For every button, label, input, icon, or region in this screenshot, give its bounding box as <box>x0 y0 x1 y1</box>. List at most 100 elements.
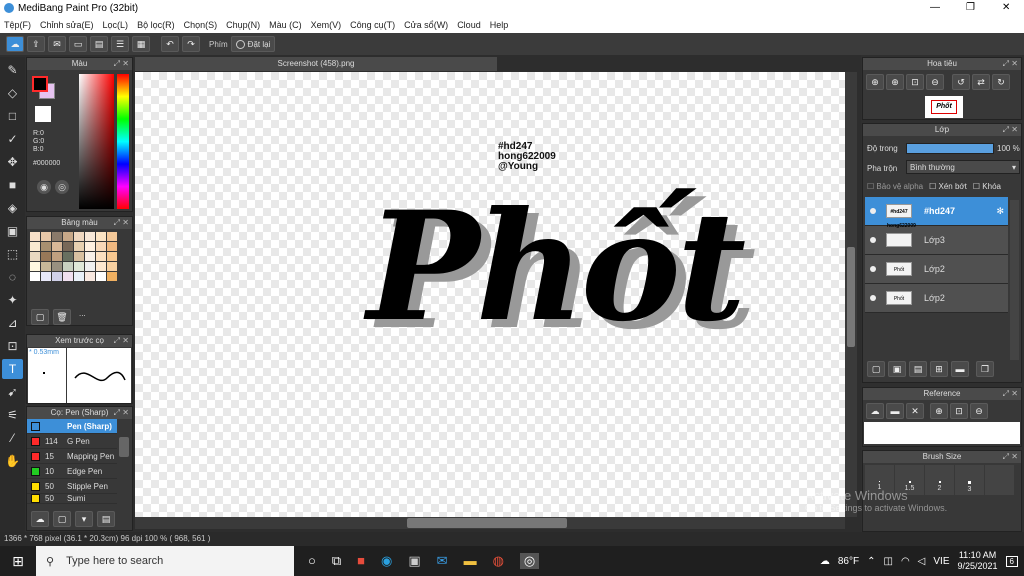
new-layer-icon[interactable]: ▢ <box>867 361 885 377</box>
edge-icon[interactable]: ◉ <box>381 553 392 569</box>
canvas[interactable]: #hd247 hong622009 @Young Phốt <box>135 72 845 517</box>
reference-view[interactable] <box>864 422 1020 444</box>
visibility-icon[interactable] <box>870 295 876 301</box>
menu-capture[interactable]: Chụp(N) <box>226 20 260 30</box>
select-eraser-icon[interactable]: ⊡ <box>2 336 23 356</box>
operation-tool-icon[interactable]: ➹ <box>2 382 23 402</box>
new-brush-icon[interactable]: ▢ <box>53 511 71 527</box>
clock[interactable]: 11:10 AM 9/25/2021 <box>958 550 998 572</box>
open-folder-icon[interactable]: ▬ <box>886 403 904 419</box>
new-palette-icon[interactable]: ▢ <box>31 309 49 325</box>
divide-tool-icon[interactable]: ⚟ <box>2 405 23 425</box>
brush-item[interactable]: 15 Mapping Pen <box>27 449 117 464</box>
flip-icon[interactable]: ⇄ <box>972 74 990 90</box>
chrome-icon[interactable]: ◍ <box>493 553 504 569</box>
close-icon[interactable]: ✕ <box>906 403 924 419</box>
zoom-in-icon[interactable]: ⊕ <box>866 74 884 90</box>
brush-list-scrollbar[interactable] <box>119 437 129 457</box>
zoom-out-icon[interactable]: ⊖ <box>926 74 944 90</box>
list-icon[interactable]: ☰ <box>111 36 129 52</box>
store-icon[interactable]: ▣ <box>408 553 420 569</box>
palette-more[interactable]: ... <box>79 309 86 325</box>
visibility-icon[interactable] <box>870 266 876 272</box>
transparent-color[interactable] <box>35 106 51 122</box>
folder-icon[interactable]: ▬ <box>951 361 969 377</box>
canvas-hscroll[interactable] <box>135 517 845 529</box>
brush-settings-icon[interactable]: ▤ <box>97 511 115 527</box>
message-icon[interactable]: ▭ <box>69 36 87 52</box>
brush-item[interactable]: 50 Sumi <box>27 494 117 504</box>
size-cell[interactable]: 1.5 <box>895 465 924 495</box>
cloud-brush-icon[interactable]: ☁ <box>31 511 49 527</box>
rotate-right-icon[interactable]: ↻ <box>992 74 1010 90</box>
explorer-icon[interactable]: ▬ <box>464 553 477 569</box>
brush-item[interactable]: 10 Edge Pen <box>27 464 117 479</box>
lock-checkbox[interactable]: ☐ Khóa <box>973 182 1001 191</box>
canvas-vscroll[interactable] <box>845 72 857 517</box>
maximize-button[interactable]: ❐ <box>966 2 975 13</box>
brush-item[interactable]: 50 Stipple Pen <box>27 479 117 494</box>
add-layer-icon[interactable]: ⊞ <box>930 361 948 377</box>
smudge-tool-icon[interactable]: ✓ <box>2 129 23 149</box>
minimize-button[interactable]: — <box>930 2 940 13</box>
close-button[interactable]: ✕ <box>1002 2 1010 13</box>
new-layer-icon[interactable]: ▣ <box>888 361 906 377</box>
hue-slider[interactable] <box>117 74 129 209</box>
layer-row[interactable]: Phốt Lớp2 <box>865 255 1008 284</box>
network-icon[interactable]: ◫ <box>883 556 892 567</box>
visibility-icon[interactable] <box>870 237 876 243</box>
panel-close-icon[interactable]: ⤢ ✕ <box>1003 124 1018 136</box>
blend-mode-select[interactable]: Bình thường ▾ <box>906 160 1020 174</box>
size-cell[interactable]: 3 <box>955 465 984 495</box>
document-tab[interactable]: Screenshot (458).png <box>135 57 497 71</box>
size-cell[interactable]: 1 <box>865 465 894 495</box>
panel-close-icon[interactable]: ⤢ ✕ <box>114 58 129 70</box>
bucket-tool-icon[interactable]: ◈ <box>2 198 23 218</box>
menu-file[interactable]: Tệp(F) <box>4 20 31 30</box>
color-picker-icon[interactable]: ◎ <box>55 180 69 194</box>
brush-item[interactable]: Pen (Sharp) <box>27 419 117 434</box>
menu-view[interactable]: Xem(V) <box>311 20 342 30</box>
gear-icon[interactable]: ✻ <box>996 206 1004 217</box>
task-view-icon[interactable]: ⧉ <box>332 553 341 569</box>
cortana-icon[interactable]: ○ <box>308 553 316 569</box>
opacity-slider[interactable] <box>906 143 994 154</box>
magic-wand-icon[interactable]: ✦ <box>2 290 23 310</box>
rectangle-tool-icon[interactable]: □ <box>2 106 23 126</box>
panel-close-icon[interactable]: ⤢ ✕ <box>1003 388 1018 400</box>
medibang-taskbar-icon[interactable]: ◎ <box>519 553 540 569</box>
layer-list-scrollbar[interactable] <box>1010 200 1019 360</box>
zoom-in-icon[interactable]: ⊕ <box>930 403 948 419</box>
fill-rect-tool-icon[interactable]: ■ <box>2 175 23 195</box>
panel-close-icon[interactable]: ⤢ ✕ <box>114 217 129 229</box>
layer-row[interactable]: Phốt Lớp2 <box>865 284 1008 313</box>
panel-close-icon[interactable]: ⤢ ✕ <box>1003 58 1018 70</box>
size-cell[interactable]: 2 <box>925 465 954 495</box>
weather-icon[interactable]: ☁ <box>820 556 830 567</box>
fit-icon[interactable]: ⊡ <box>950 403 968 419</box>
saturation-field[interactable] <box>79 74 114 209</box>
protect-alpha-checkbox[interactable]: ☐ Bảo vệ alpha <box>867 182 923 191</box>
select-rect-icon[interactable]: ⬚ <box>2 244 23 264</box>
visibility-icon[interactable] <box>870 208 876 214</box>
menu-select[interactable]: Chọn(S) <box>184 20 218 30</box>
rotate-left-icon[interactable]: ↺ <box>952 74 970 90</box>
menu-help[interactable]: Help <box>490 20 509 30</box>
fit-icon[interactable]: ⊡ <box>906 74 924 90</box>
new-layer-icon[interactable]: ▤ <box>909 361 927 377</box>
panel-close-icon[interactable]: ⤢ ✕ <box>114 407 129 419</box>
mail-icon[interactable]: ✉ <box>437 553 448 569</box>
menu-layer[interactable]: Lọc(L) <box>103 20 129 30</box>
text-tool-icon[interactable]: T <box>2 359 23 379</box>
comment-icon[interactable]: ✉ <box>48 36 66 52</box>
taskbar-search[interactable]: ⚲ Type here to search <box>36 546 294 576</box>
duplicate-layer-icon[interactable]: ❐ <box>976 361 994 377</box>
palette-icon[interactable]: ◉ <box>37 180 51 194</box>
windows-start-icon[interactable]: ⊞ <box>0 546 36 576</box>
zoom-in-icon[interactable]: ⊕ <box>886 74 904 90</box>
volume-icon[interactable]: ◁ <box>918 556 926 567</box>
select-pen-icon[interactable]: ⊿ <box>2 313 23 333</box>
redo-icon[interactable]: ↷ <box>182 36 200 52</box>
clipping-checkbox[interactable]: ☐ Xén bớt <box>929 182 967 191</box>
weather-value[interactable]: 86°F <box>838 556 859 567</box>
